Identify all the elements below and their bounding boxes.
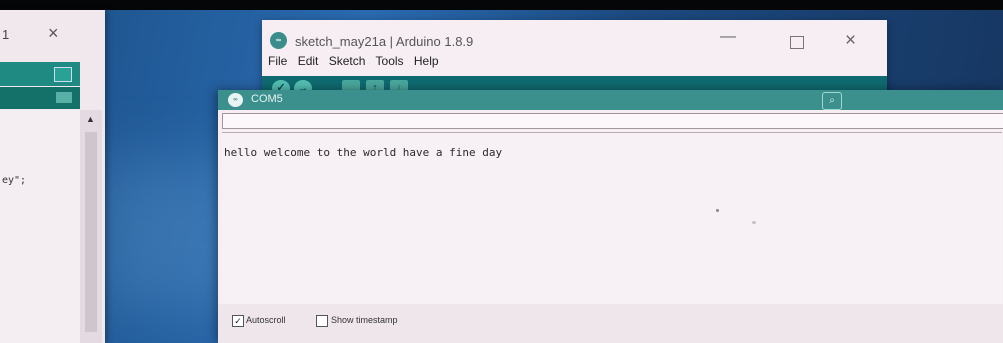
menu-sketch[interactable]: Sketch <box>329 54 366 68</box>
search-icon[interactable] <box>54 67 72 82</box>
background-code-area[interactable]: ey"; <box>0 110 80 343</box>
close-icon[interactable]: × <box>845 30 856 52</box>
close-icon[interactable]: × <box>48 23 59 44</box>
background-window-title: 1 <box>2 27 10 42</box>
window-title: sketch_may21a | Arduino 1.8.9 <box>295 34 474 49</box>
serial-monitor-footer: ✓ Autoscroll Show timestamp <box>218 304 1003 343</box>
background-toolbar <box>0 62 80 86</box>
maximize-icon[interactable] <box>790 36 804 49</box>
serial-monitor-title: COM5 <box>251 93 283 105</box>
serial-monitor-titlebar[interactable]: ∞ COM5 ⌕ <box>218 90 1003 110</box>
serial-output[interactable]: hello welcome to the world have a fine d… <box>222 132 1002 305</box>
code-fragment: ey"; <box>2 175 27 186</box>
background-window-titlebar[interactable]: 1 × <box>0 10 105 60</box>
autoscroll-checkbox[interactable]: ✓ <box>232 315 244 327</box>
background-editor-window[interactable]: 1 × ey"; ▲ <box>0 10 105 343</box>
screen-speck <box>752 221 756 224</box>
menu-edit[interactable]: Edit <box>298 54 319 68</box>
menu-help[interactable]: Help <box>414 54 439 68</box>
background-tab-bar <box>0 87 80 109</box>
serial-output-line: hello welcome to the world have a fine d… <box>224 146 503 159</box>
arduino-logo-icon: ∞ <box>270 32 287 49</box>
menu-tools[interactable]: Tools <box>376 54 404 68</box>
menu-bar: File Edit Sketch Tools Help <box>268 54 446 68</box>
tab-menu-icon[interactable] <box>56 92 72 103</box>
show-timestamp-label: Show timestamp <box>331 315 398 325</box>
scroll-up-icon[interactable]: ▲ <box>86 114 95 124</box>
scrollbar-thumb[interactable] <box>85 132 97 332</box>
screen-speck <box>716 209 719 212</box>
serial-monitor-icon[interactable]: ⌕ <box>822 92 842 110</box>
autoscroll-label: Autoscroll <box>246 315 286 325</box>
show-timestamp-checkbox[interactable] <box>316 315 328 327</box>
send-input[interactable] <box>222 113 1003 129</box>
minimize-icon[interactable]: — <box>720 28 736 46</box>
serial-monitor-window[interactable]: ∞ COM5 ⌕ hello welcome to the world have… <box>218 90 1003 343</box>
arduino-logo-icon: ∞ <box>228 93 243 107</box>
menu-file[interactable]: File <box>268 54 287 68</box>
screen-bezel <box>0 0 1003 10</box>
vertical-scrollbar[interactable]: ▲ <box>80 110 102 343</box>
